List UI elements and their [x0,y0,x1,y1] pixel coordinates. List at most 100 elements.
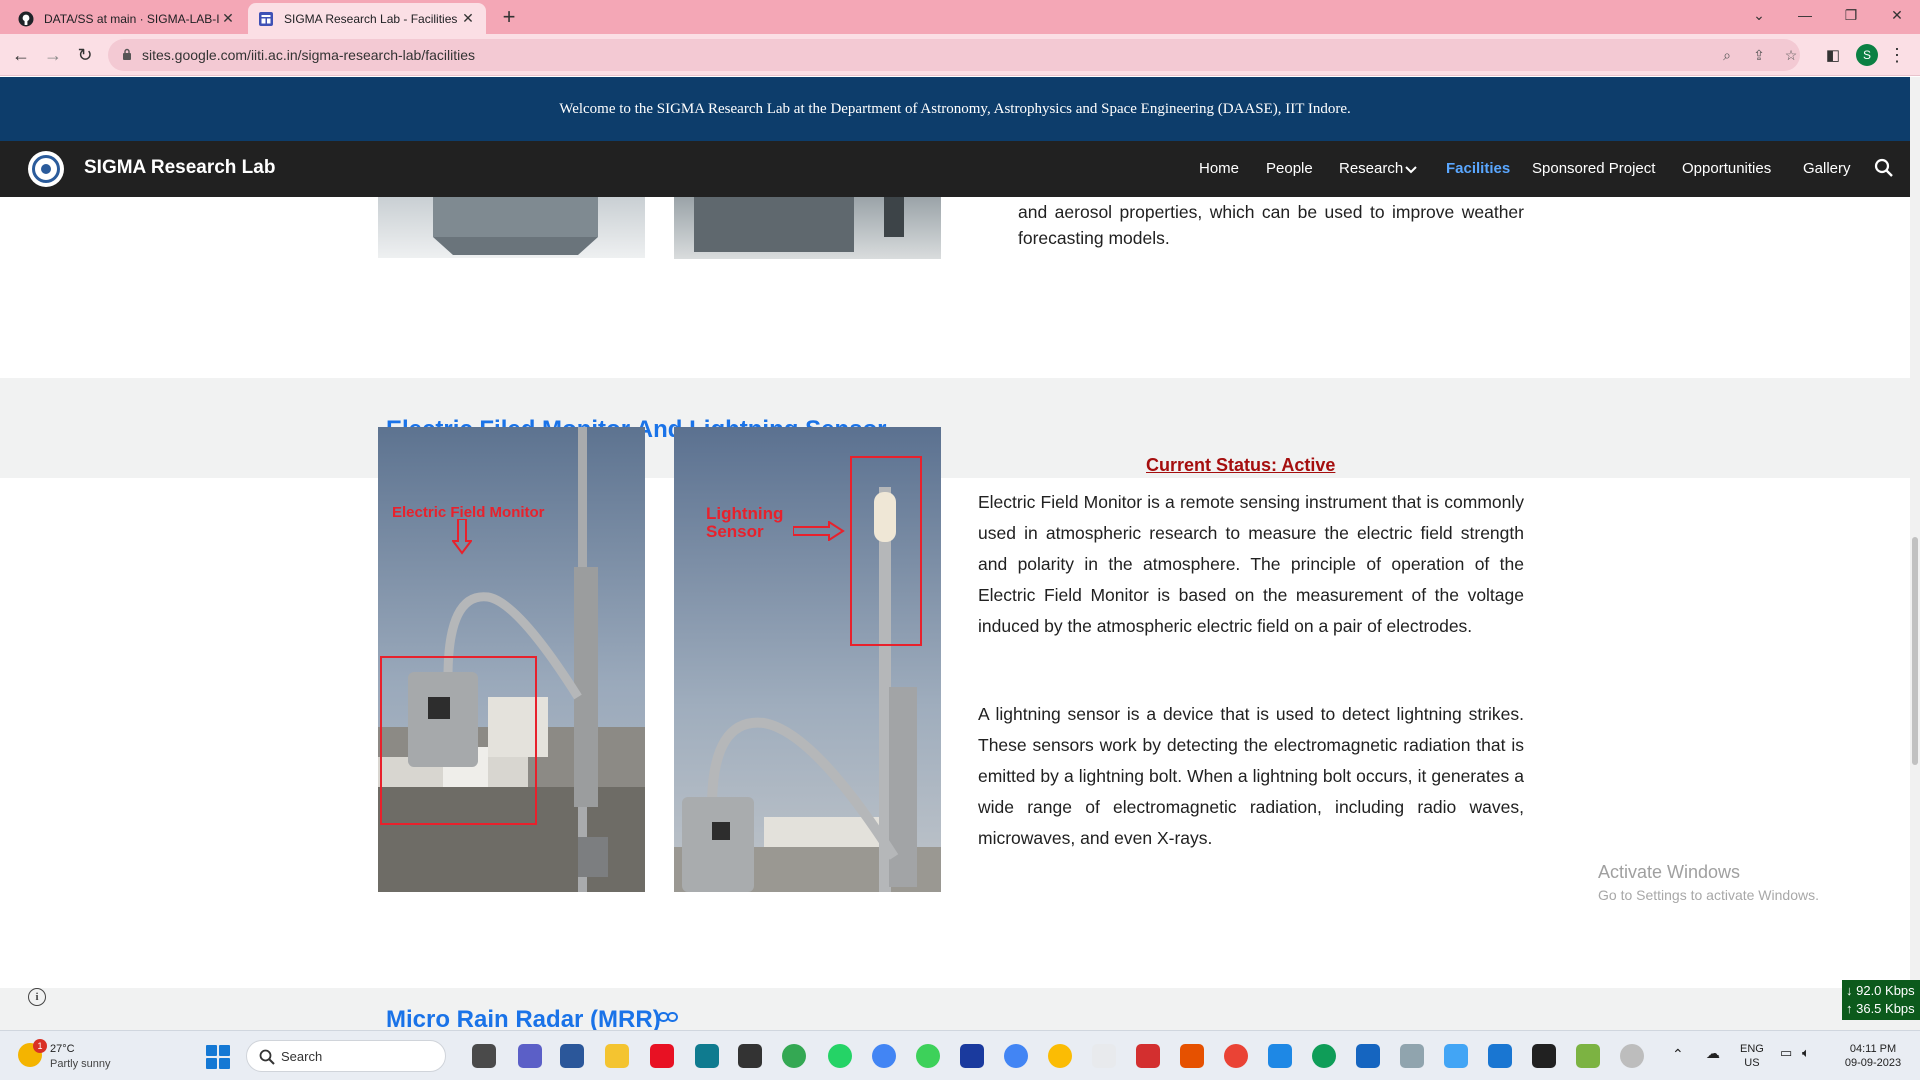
notepad-icon[interactable] [1488,1044,1512,1068]
tab-github[interactable]: DATA/SS at main · SIGMA-LAB-IIT ✕ [8,3,246,34]
site-navigation: SIGMA Research Lab Home People Research … [0,141,1910,197]
language-indicator[interactable]: ENG US [1740,1042,1764,1070]
close-window-icon[interactable]: ✕ [1874,0,1920,30]
windows-start-icon[interactable] [206,1045,230,1069]
current-status: Current Status: Active [1146,455,1336,475]
new-tab-icon[interactable]: + [496,4,522,30]
nav-people[interactable]: People [1266,160,1313,177]
github-icon [18,11,34,27]
tab-sigma-facilities[interactable]: SIGMA Research Lab - Facilities ✕ [248,3,486,34]
whatsapp-icon[interactable] [828,1044,852,1068]
clock-app-icon[interactable] [1620,1044,1644,1068]
app-blue-icon[interactable] [1268,1044,1292,1068]
browser-toolbar: ← → ↻ sites.google.com/iiti.ac.in/sigma-… [0,34,1920,76]
nav-sponsored-project[interactable]: Sponsored Project [1532,160,1655,177]
clock-time: 04:11 PM [1849,1043,1897,1055]
tab-title: DATA/SS at main · SIGMA-LAB-IIT [44,11,220,26]
tab-search-chevron-icon[interactable]: ⌄ [1736,0,1782,30]
activate-windows-subtitle: Go to Settings to activate Windows. [1598,887,1819,903]
task-view-icon[interactable] [472,1044,496,1068]
url-text: sites.google.com/iiti.ac.in/sigma-resear… [142,47,476,63]
search-icon[interactable] [1874,158,1894,178]
volume-icon[interactable]: 🔈︎ [1802,1046,1810,1060]
onedrive-icon[interactable]: ☁ [1706,1046,1720,1060]
reload-icon[interactable]: ↻ [72,42,98,68]
chevron-down-icon[interactable] [1405,166,1417,174]
efm-description: Electric Field Monitor is a remote sensi… [978,492,1524,636]
chart-app-icon[interactable] [1400,1044,1424,1068]
chrome-active-icon[interactable] [1312,1044,1336,1068]
anydesk-icon[interactable] [650,1044,674,1068]
search-icon [259,1049,275,1065]
weather-widget[interactable]: 1 27°C Partly sunny [18,1039,138,1073]
webex-icon[interactable] [960,1044,984,1068]
nav-facilities[interactable]: Facilities [1446,160,1510,177]
tab-close-icon[interactable]: ✕ [460,10,476,27]
clock[interactable]: 04:11 PM 09-09-2023 [1838,1042,1908,1070]
powershell-icon[interactable] [560,1044,584,1068]
page-scrollbar[interactable] [1910,77,1920,1030]
site-info-icon[interactable]: i [28,988,46,1006]
region-code: US [1744,1057,1760,1069]
teams-icon[interactable] [518,1044,542,1068]
restore-icon[interactable]: ❐ [1828,0,1874,30]
photos-icon[interactable] [695,1044,719,1068]
file-explorer-icon[interactable] [605,1044,629,1068]
section-heading-mrr: Micro Rain Radar (MRR) [386,1006,661,1030]
nav-home[interactable]: Home [1199,160,1239,177]
chrome-profile-icon[interactable] [872,1044,896,1068]
nav-opportunities[interactable]: Opportunities [1682,160,1771,177]
zoom-icon[interactable]: ⌕ [1718,46,1736,64]
minimize-icon[interactable]: — [1782,0,1828,30]
windows-taskbar: 1 27°C Partly sunny Search ⌃ ☁ ENG US ▭ … [0,1030,1920,1080]
spotify-icon[interactable] [916,1044,940,1068]
terminal-window-icon[interactable] [738,1044,762,1068]
excel-chart-icon[interactable] [1576,1044,1600,1068]
site-title[interactable]: SIGMA Research Lab [84,157,275,179]
previous-instrument-photo-2 [674,197,941,259]
network-icon[interactable]: ▭ [1780,1046,1792,1060]
section-header-band: Electric Filed Monitor And Lightning Sen… [0,378,1910,478]
bookmark-star-icon[interactable]: ☆ [1782,46,1800,64]
previous-instrument-photo-1 [378,197,645,258]
java-icon[interactable] [1092,1044,1116,1068]
tab-close-icon[interactable]: ✕ [220,10,236,27]
taskbar-search-label: Search [281,1049,323,1064]
back-arrow-icon[interactable]: ← [8,42,34,68]
cmd-icon[interactable] [1532,1044,1556,1068]
network-speed-widget: ↓ 92.0 Kbps ↑ 36.5 Kbps [1842,980,1920,1020]
address-bar[interactable]: sites.google.com/iiti.ac.in/sigma-resear… [108,39,1800,71]
tab-strip: DATA/SS at main · SIGMA-LAB-IIT ✕ SIGMA … [0,0,1920,34]
nav-gallery[interactable]: Gallery [1803,160,1851,177]
link-icon[interactable] [658,1010,678,1024]
lock-icon [123,48,131,60]
nav-research[interactable]: Research [1339,160,1403,177]
chrome-profile-3-icon[interactable] [1048,1044,1072,1068]
right-arrow-icon [793,521,845,541]
acrobat-icon[interactable] [1136,1044,1160,1068]
side-panel-icon[interactable]: ◧ [1820,42,1846,68]
iit-indore-logo[interactable] [28,151,64,187]
chrome-profile-4-icon[interactable] [1224,1044,1248,1068]
taskbar-search[interactable]: Search [246,1040,446,1072]
tab-title: SIGMA Research Lab - Facilities [284,11,458,26]
chrome-profile-2-icon[interactable] [1004,1044,1028,1068]
clock-date: 09-09-2023 [1844,1057,1902,1069]
share-icon[interactable]: ⇪ [1750,46,1768,64]
highlight-box-efm [380,656,537,825]
kebab-menu-icon[interactable]: ⋮ [1884,42,1910,68]
chrome-icon[interactable] [782,1044,806,1068]
scrollbar-thumb[interactable] [1912,537,1918,765]
weather-temperature: 27°C [50,1043,75,1055]
remote-desktop-icon[interactable] [1356,1044,1380,1068]
welcome-banner: Welcome to the SIGMA Research Lab at the… [0,77,1910,141]
lightning-sensor-label-line2: Sensor [706,522,764,541]
image-viewer-icon[interactable] [1444,1044,1468,1068]
lightning-sensor-description: A lightning sensor is a device that is u… [978,704,1524,848]
profile-avatar[interactable]: S [1856,44,1878,66]
weather-description: Partly sunny [50,1058,111,1070]
tray-overflow-chevron-icon[interactable]: ⌃ [1672,1047,1684,1061]
forward-arrow-icon[interactable]: → [40,42,66,68]
activate-windows-title: Activate Windows [1598,862,1741,882]
matlab-icon[interactable] [1180,1044,1204,1068]
